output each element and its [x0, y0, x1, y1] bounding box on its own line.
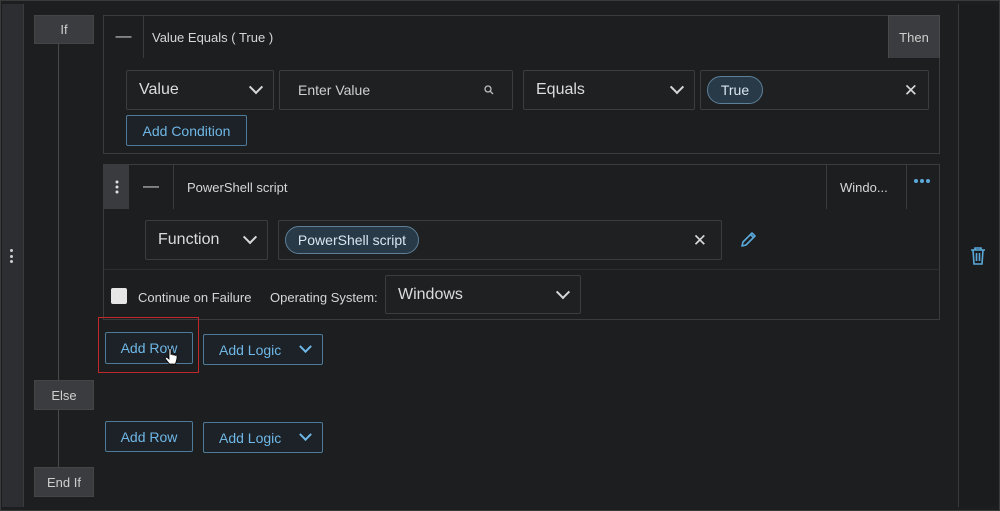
add-row-button[interactable]: Add Row — [105, 332, 193, 364]
trash-icon[interactable] — [970, 247, 986, 265]
value-select-label: Value — [139, 81, 179, 98]
operating-system-value: Windows — [398, 285, 463, 303]
mouse-cursor-icon — [166, 348, 178, 365]
else-add-logic-dropdown[interactable]: Add Logic — [203, 422, 323, 453]
operator-select-label: Equals — [536, 81, 585, 98]
chevron-down-icon — [299, 340, 312, 354]
then-keyword: Then — [888, 15, 940, 59]
else-add-logic-label: Add Logic — [219, 429, 282, 446]
else-keyword: Else — [34, 380, 94, 410]
enter-value-placeholder: Enter Value — [298, 82, 371, 98]
enter-value-input[interactable]: Enter Value — [279, 70, 513, 110]
chevron-down-icon — [555, 284, 571, 299]
operator-select[interactable]: Equals — [523, 70, 695, 110]
condition-title: Value Equals ( True ) — [152, 30, 274, 45]
continue-on-failure-checkbox[interactable] — [111, 288, 127, 304]
end-if-keyword: End If — [34, 467, 94, 497]
drag-rail[interactable] — [2, 4, 24, 507]
function-select-label: Function — [158, 231, 220, 248]
header-divider — [826, 165, 827, 209]
function-select[interactable]: Function — [145, 220, 268, 260]
chevron-down-icon — [299, 428, 312, 442]
value-select[interactable]: Value — [126, 70, 274, 110]
pencil-icon[interactable] — [740, 230, 758, 248]
action-title: PowerShell script — [187, 180, 288, 195]
minus-icon: — — [143, 178, 159, 195]
operating-system-select[interactable]: Windows — [385, 275, 581, 314]
collapse-condition-button[interactable]: — — [104, 16, 144, 58]
else-add-row-button[interactable]: Add Row — [105, 421, 193, 452]
if-keyword: If — [34, 15, 94, 44]
close-icon[interactable]: ✕ — [904, 82, 918, 99]
target-os-label: Windo... — [840, 180, 888, 195]
search-icon — [484, 85, 494, 95]
action-drag-handle[interactable] — [104, 165, 129, 209]
vertical-dots-icon — [115, 180, 118, 194]
add-logic-label: Add Logic — [219, 341, 282, 358]
add-condition-button[interactable]: Add Condition — [126, 115, 247, 146]
more-horizontal-icon[interactable] — [913, 178, 931, 184]
value-chip-field[interactable]: True ✕ — [700, 70, 929, 110]
chevron-down-icon — [242, 230, 258, 245]
add-logic-dropdown[interactable]: Add Logic — [203, 334, 323, 365]
vertical-dots-icon[interactable] — [9, 249, 13, 263]
header-divider — [906, 165, 907, 209]
close-icon[interactable]: ✕ — [693, 232, 707, 249]
operating-system-label: Operating System: — [270, 290, 378, 305]
function-chip-field[interactable]: PowerShell script ✕ — [278, 220, 722, 260]
continue-on-failure-label: Continue on Failure — [138, 290, 252, 305]
powershell-chip[interactable]: PowerShell script — [285, 226, 419, 254]
chevron-down-icon — [248, 80, 264, 95]
chevron-down-icon — [669, 80, 685, 95]
collapse-action-button[interactable]: — — [129, 165, 174, 209]
true-chip[interactable]: True — [707, 76, 763, 104]
minus-icon: — — [115, 28, 132, 45]
